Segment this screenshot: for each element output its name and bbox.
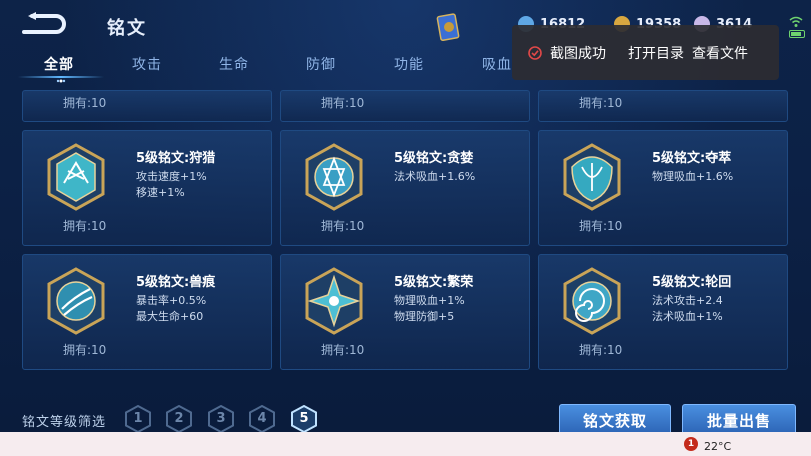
inscription-stat: 物理吸血+1% [394,294,465,307]
open-folder-link[interactable]: 打开目录 [628,43,684,63]
level-filter-4[interactable]: 4 [249,404,275,432]
inscription-card-partial[interactable]: 拥有:10 [22,90,272,122]
inscription-card-hunt[interactable]: 5级铭文:狩猎 攻击速度+1% 移速+1% 拥有:10 [22,130,272,246]
owned-count: 拥有:10 [579,96,623,110]
owned-count: 拥有:10 [579,343,623,357]
inscription-title: 5级铭文:贪婪 [394,151,474,166]
inscription-title: 5级铭文:繁荣 [394,275,474,290]
active-tab-underline [18,76,104,78]
seize-emblem-icon [563,143,621,211]
hunt-emblem-icon [47,143,105,211]
level-filter-3[interactable]: 3 [208,404,234,432]
owned-count: 拥有:10 [321,343,365,357]
wifi-icon [789,16,803,27]
view-file-link[interactable]: 查看文件 [692,43,748,63]
owned-count: 拥有:10 [321,96,365,110]
bulk-sell-button[interactable]: 批量出售 [682,404,796,432]
back-arrow-icon[interactable] [22,12,68,38]
inscription-card-prosperity[interactable]: 5级铭文:繁荣 物理吸血+1% 物理防御+5 拥有:10 [280,254,530,370]
page-title: 铭文 [107,18,147,39]
inscription-stat: 最大生命+60 [136,310,204,323]
owned-count: 拥有:10 [63,96,107,110]
tab-health[interactable]: 生命 [219,54,249,74]
inscription-card-beast-mark[interactable]: 5级铭文:兽痕 暴击率+0.5% 最大生命+60 拥有:10 [22,254,272,370]
inscription-card-partial[interactable]: 拥有:10 [280,90,530,122]
inscription-card-seize[interactable]: 5级铭文:夺萃 物理吸血+1.6% 拥有:10 [538,130,788,246]
inscription-stat: 物理防御+5 [394,310,455,323]
inscription-stat: 物理吸血+1.6% [652,170,734,183]
inscription-stat: 法术攻击+2.4 [652,294,723,307]
inscription-screen: 铭文 16812 19358 3614 全部 攻击 生命 防御 功能 吸血 拥有… [0,0,811,432]
level-filter-1[interactable]: 1 [125,404,151,432]
level-filter-5[interactable]: 5 [291,404,317,432]
inscription-card-partial[interactable]: 拥有:10 [538,90,788,122]
inscription-card-greed[interactable]: 5级铭文:贪婪 法术吸血+1.6% 拥有:10 [280,130,530,246]
inscription-stat: 法术吸血+1.6% [394,170,476,183]
inscription-title: 5级铭文:夺萃 [652,151,732,166]
owned-count: 拥有:10 [579,219,623,233]
inscription-title: 5级铭文:兽痕 [136,275,216,290]
inscription-stat: 攻击速度+1% [136,170,207,183]
obtain-inscription-button[interactable]: 铭文获取 [559,404,671,432]
inscription-stat: 法术吸血+1% [652,310,723,323]
inscription-title: 5级铭文:狩猎 [136,151,216,166]
owned-count: 拥有:10 [321,219,365,233]
toast-message: 截图成功 [550,45,606,62]
weather-notification-badge[interactable]: 1 [684,437,698,451]
owned-count: 拥有:10 [63,219,107,233]
inscription-pack-icon[interactable] [436,12,462,42]
check-circle-icon [528,45,542,60]
weather-temperature[interactable]: 22°C [704,440,731,453]
inscription-card-reincarnation[interactable]: 5级铭文:轮回 法术攻击+2.4 法术吸血+1% 拥有:10 [538,254,788,370]
level-filter-2[interactable]: 2 [166,404,192,432]
owned-count: 拥有:10 [63,343,107,357]
active-tab-indicator-icon [56,79,66,83]
level-filter-label: 铭文等级筛选 [22,415,107,430]
beast-mark-emblem-icon [47,267,105,335]
tab-utility[interactable]: 功能 [394,54,424,74]
prosperity-emblem-icon [305,267,363,335]
inscription-stat: 暴击率+0.5% [136,294,207,307]
tab-defense[interactable]: 防御 [306,54,336,74]
screenshot-toast: 截图成功 打开目录 查看文件 [512,25,779,80]
reincarnation-emblem-icon [563,267,621,335]
tab-all[interactable]: 全部 [44,54,74,74]
tab-lifesteal[interactable]: 吸血 [482,54,512,74]
greed-emblem-icon [305,143,363,211]
battery-icon [789,30,805,38]
tab-attack[interactable]: 攻击 [132,54,162,74]
inscription-title: 5级铭文:轮回 [652,275,732,290]
inscription-stat: 移速+1% [136,186,185,199]
